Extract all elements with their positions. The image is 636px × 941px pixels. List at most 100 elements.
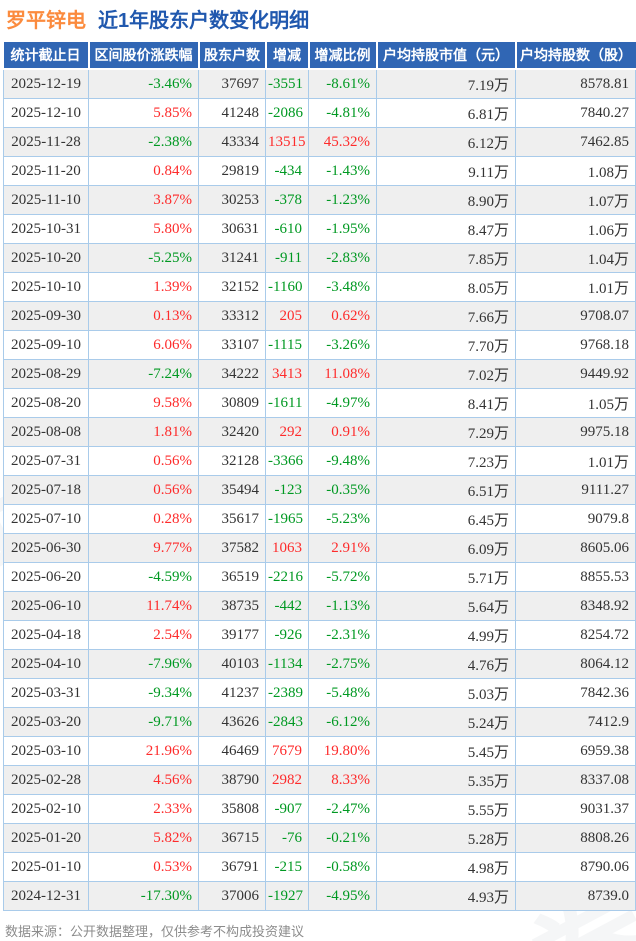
cell-avg-market-value: 7.70万 — [376, 330, 516, 360]
column-header-delta: 增减 — [264, 42, 309, 70]
table-row: 2025-11-10 3.87% 30253 -378 -1.23% 8.90万 1.07万 — [3, 185, 636, 215]
cell-avg-market-value: 5.35万 — [376, 765, 516, 795]
cell-avg-market-value: 7.85万 — [376, 243, 516, 273]
cell-price-change: 0.13% — [88, 301, 199, 331]
cell-avg-market-value: 7.02万 — [376, 359, 516, 389]
cell-date: 2025-08-29 — [3, 359, 89, 389]
cell-price-change: -7.96% — [88, 649, 199, 679]
cell-avg-shares: 8348.92 — [515, 591, 636, 621]
title-subtitle: 近1年股东户数变化明细 — [98, 10, 310, 32]
cell-delta-pct: -2.47% — [308, 794, 377, 824]
cell-delta: -1927 — [265, 881, 309, 911]
cell-delta: -1965 — [265, 504, 309, 534]
cell-avg-shares: 8605.06 — [515, 533, 636, 563]
cell-price-change: 0.84% — [88, 156, 199, 186]
cell-holders: 41237 — [198, 678, 266, 708]
cell-date: 2025-08-20 — [3, 388, 89, 418]
cell-delta-pct: 19.80% — [308, 736, 377, 766]
stock-name: 罗平锌电 — [6, 10, 86, 32]
table-row: 2025-06-20 -4.59% 36519 -2216 -5.72% 5.71万 885… — [3, 562, 636, 592]
cell-avg-shares: 1.08万 — [515, 156, 636, 186]
cell-avg-market-value: 4.99万 — [376, 620, 516, 650]
cell-price-change: 11.74% — [88, 591, 199, 621]
cell-delta: -442 — [265, 591, 309, 621]
cell-avg-market-value: 8.05万 — [376, 272, 516, 302]
cell-avg-market-value: 5.71万 — [376, 562, 516, 592]
cell-delta-pct: -8.61% — [308, 68, 377, 99]
cell-avg-shares: 9031.37 — [515, 794, 636, 824]
cell-date: 2025-08-08 — [3, 417, 89, 447]
cell-holders: 38735 — [198, 591, 266, 621]
cell-delta-pct: -0.35% — [308, 475, 377, 505]
cell-avg-shares: 1.05万 — [515, 388, 636, 418]
cell-avg-shares: 9111.27 — [515, 475, 636, 505]
cell-date: 2025-06-30 — [3, 533, 89, 563]
cell-date: 2025-01-10 — [3, 852, 89, 882]
cell-price-change: 9.77% — [88, 533, 199, 563]
table-row: 2025-01-20 5.82% 36715 -76 -0.21% 5.28万 8808.2… — [3, 823, 636, 853]
cell-holders: 30253 — [198, 185, 266, 215]
cell-holders: 36519 — [198, 562, 266, 592]
cell-price-change: -2.38% — [88, 127, 199, 157]
cell-avg-market-value: 5.24万 — [376, 707, 516, 737]
cell-avg-market-value: 4.76万 — [376, 649, 516, 679]
cell-delta-pct: -4.95% — [308, 881, 377, 911]
table-row: 2025-04-10 -7.96% 40103 -1134 -2.75% 4.76万 806… — [3, 649, 636, 679]
cell-delta: -2389 — [265, 678, 309, 708]
cell-avg-shares: 9449.92 — [515, 359, 636, 389]
cell-holders: 46469 — [198, 736, 266, 766]
cell-date: 2025-10-10 — [3, 272, 89, 302]
table-header-row: 统计截止日 区间股价涨跌幅 股东户数 增减 增减比例 户均持股市值（元） 户均持股数（股） — [3, 42, 636, 70]
column-header-avg-market-value: 户均持股市值（元） — [375, 42, 516, 70]
table-row: 2025-12-10 5.85% 41248 -2086 -4.81% 6.81万 7840… — [3, 98, 636, 128]
table-row: 2025-06-10 11.74% 38735 -442 -1.13% 5.64万 8348… — [3, 591, 636, 621]
table-row: 2025-10-20 -5.25% 31241 -911 -2.83% 7.85万 1.04… — [3, 243, 636, 273]
table-row: 2025-11-20 0.84% 29819 -434 -1.43% 9.11万 1.08万 — [3, 156, 636, 186]
cell-holders: 31241 — [198, 243, 266, 273]
cell-avg-market-value: 8.41万 — [376, 388, 516, 418]
cell-avg-shares: 8790.06 — [515, 852, 636, 882]
cell-delta-pct: -1.95% — [308, 214, 377, 244]
cell-avg-market-value: 6.09万 — [376, 533, 516, 563]
column-header-price-change: 区间股价涨跌幅 — [87, 42, 199, 70]
table-row: 2025-08-08 1.81% 32420 292 0.91% 7.29万 9975.18 — [3, 417, 636, 447]
cell-avg-shares: 8739.0 — [515, 881, 636, 911]
cell-holders: 32152 — [198, 272, 266, 302]
cell-holders: 33312 — [198, 301, 266, 331]
cell-delta: -2843 — [265, 707, 309, 737]
table-row: 2025-09-30 0.13% 33312 205 0.62% 7.66万 9708.07 — [3, 301, 636, 331]
cell-delta-pct: -1.43% — [308, 156, 377, 186]
cell-price-change: 9.58% — [88, 388, 199, 418]
cell-delta-pct: -2.83% — [308, 243, 377, 273]
cell-date: 2025-06-10 — [3, 591, 89, 621]
cell-avg-market-value: 6.51万 — [376, 475, 516, 505]
cell-price-change: 1.81% — [88, 417, 199, 447]
table-row: 2025-03-20 -9.71% 43626 -2843 -6.12% 5.24万 741… — [3, 707, 636, 737]
cell-price-change: 0.53% — [88, 852, 199, 882]
column-header-delta-pct: 增减比例 — [307, 42, 377, 70]
cell-delta: 13515 — [265, 127, 309, 157]
cell-avg-shares: 8578.81 — [515, 68, 636, 99]
cell-delta: -2086 — [265, 98, 309, 128]
cell-date: 2025-03-20 — [3, 707, 89, 737]
cell-delta-pct: -5.48% — [308, 678, 377, 708]
cell-date: 2025-12-10 — [3, 98, 89, 128]
table-row: 2025-09-10 6.06% 33107 -1115 -3.26% 7.70万 9768… — [3, 330, 636, 360]
cell-avg-market-value: 7.66万 — [376, 301, 516, 331]
cell-avg-market-value: 7.29万 — [376, 417, 516, 447]
cell-avg-shares: 7842.36 — [515, 678, 636, 708]
cell-delta-pct: 0.62% — [308, 301, 377, 331]
table-row: 2025-12-19 -3.46% 37697 -3551 -8.61% 7.19万 857… — [3, 68, 636, 99]
cell-date: 2025-02-10 — [3, 794, 89, 824]
cell-holders: 29819 — [198, 156, 266, 186]
cell-avg-shares: 9768.18 — [515, 330, 636, 360]
cell-delta-pct: 45.32% — [308, 127, 377, 157]
cell-price-change: 1.39% — [88, 272, 199, 302]
cell-delta: -3551 — [265, 68, 309, 99]
cell-price-change: 5.80% — [88, 214, 199, 244]
cell-delta: 205 — [265, 301, 309, 331]
cell-price-change: 5.85% — [88, 98, 199, 128]
cell-delta: -434 — [265, 156, 309, 186]
cell-delta-pct: -0.58% — [308, 852, 377, 882]
cell-date: 2025-07-18 — [3, 475, 89, 505]
